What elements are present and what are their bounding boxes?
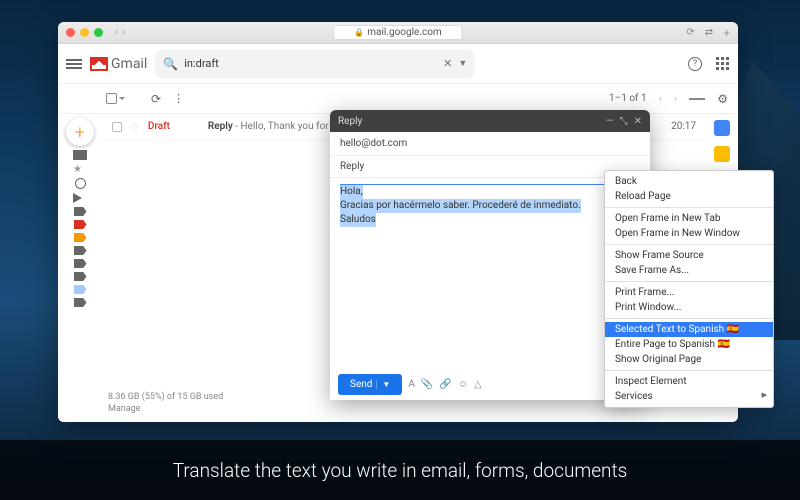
snoozed-icon[interactable] <box>75 178 86 189</box>
context-menu-item[interactable]: Open Frame in New Tab <box>605 211 773 226</box>
context-menu-item[interactable]: Selected Text to Spanish 🇪🇸 <box>605 322 773 337</box>
compose-window: Reply — ⤡ ✕ hello@dot.com Reply Hola, Gr… <box>330 110 650 400</box>
nav-forward-button[interactable]: › <box>122 27 125 38</box>
search-clear-button[interactable]: ✕ <box>443 57 452 70</box>
main-menu-button[interactable] <box>66 59 82 69</box>
label-gray1-icon[interactable] <box>74 246 87 255</box>
context-menu-item[interactable]: Entire Page to Spanish 🇪🇸 <box>605 337 773 352</box>
pagination-text: 1–1 of 1 <box>609 93 647 104</box>
context-menu-item[interactable]: Open Frame in New Window <box>605 226 773 241</box>
context-menu-item[interactable]: Print Frame... <box>605 285 773 300</box>
compose-to-field[interactable]: hello@dot.com <box>330 132 650 156</box>
nav-arrows: ‹ › <box>115 27 125 38</box>
safari-titlebar: ‹ › 🔒 mail.google.com ⟳ ⇄ + <box>58 22 738 44</box>
lock-icon: 🔒 <box>354 28 364 37</box>
translate-toolbar-icon[interactable]: ⇄ <box>705 27 713 38</box>
context-menu-item[interactable]: Back <box>605 174 773 189</box>
context-menu-item[interactable]: Save Frame As... <box>605 263 773 278</box>
new-tab-button[interactable]: + <box>723 26 730 40</box>
row-star-icon[interactable]: ☆ <box>130 120 140 133</box>
more-actions-button[interactable]: ⋮ <box>173 92 185 105</box>
caption-text: Translate the text you write in email, f… <box>173 459 628 482</box>
label-blue-icon[interactable] <box>74 285 87 294</box>
context-menu-item[interactable]: Services <box>605 389 773 404</box>
nav-back-button[interactable]: ‹ <box>115 27 118 38</box>
close-window-button[interactable] <box>66 28 75 37</box>
compose-minimize-button[interactable]: — <box>606 116 614 127</box>
prev-page-button[interactable]: ‹ <box>659 92 662 105</box>
compose-title: Reply <box>338 116 362 127</box>
reload-icon[interactable]: ⟳ <box>686 27 694 38</box>
label-red-icon[interactable] <box>74 220 87 229</box>
zoom-window-button[interactable] <box>94 28 103 37</box>
context-menu-item[interactable]: Print Window... <box>605 300 773 315</box>
label-orange-icon[interactable] <box>74 233 87 242</box>
label-gray2-icon[interactable] <box>74 259 87 268</box>
compose-titlebar[interactable]: Reply — ⤡ ✕ <box>330 110 650 132</box>
apps-button[interactable] <box>716 57 730 71</box>
url-text: mail.google.com <box>367 27 441 38</box>
label-icon[interactable] <box>74 207 87 216</box>
refresh-button[interactable]: ⟳ <box>151 92 161 106</box>
gmail-header: Gmail 🔍 in:draft ✕ ▼ ? <box>58 44 738 84</box>
select-all-checkbox[interactable] <box>106 93 117 104</box>
sent-icon[interactable] <box>73 193 87 203</box>
compose-body[interactable]: Hola, Gracias por hacérmelo saber. Proce… <box>330 178 650 368</box>
window-traffic-lights <box>66 28 103 37</box>
gmail-logo-text: Gmail <box>111 56 147 72</box>
row-sender: Draft <box>148 121 200 132</box>
context-menu-item[interactable]: Reload Page <box>605 189 773 204</box>
compose-toolbar: Send ▼ A 📎 🔗 ☺ △ <box>330 368 650 400</box>
selected-text-line: Gracias por hacérmelo saber. Procederé d… <box>340 199 581 213</box>
drive-icon[interactable]: △ <box>474 379 482 390</box>
context-menu: BackReload Page Open Frame in New TabOpen… <box>604 170 774 408</box>
label-gray4-icon[interactable] <box>74 298 87 307</box>
label-gray3-icon[interactable] <box>74 272 87 281</box>
context-menu-item[interactable]: Show Original Page <box>605 352 773 367</box>
row-subject: Reply <box>208 121 233 132</box>
density-button[interactable] <box>689 98 705 100</box>
compose-subject-field[interactable]: Reply <box>330 156 650 178</box>
storage-text: 8.36 GB (55%) of 15 GB used <box>108 392 223 402</box>
search-icon: 🔍 <box>163 57 178 71</box>
next-page-button[interactable]: › <box>674 92 677 105</box>
calendar-panel-icon[interactable] <box>714 120 730 136</box>
search-value: in:draft <box>184 57 437 70</box>
send-button[interactable]: Send ▼ <box>338 374 402 395</box>
format-icon[interactable]: A <box>408 379 415 390</box>
attach-icon[interactable]: 📎 <box>421 379 433 390</box>
search-options-button[interactable]: ▼ <box>458 58 467 69</box>
gmail-m-icon <box>90 57 108 71</box>
emoji-icon[interactable]: ☺ <box>458 379 468 390</box>
search-bar[interactable]: 🔍 in:draft ✕ ▼ <box>155 50 475 78</box>
starred-icon[interactable]: ★ <box>73 164 87 174</box>
compose-expand-button[interactable]: ⤡ <box>620 116 628 127</box>
promo-caption: Translate the text you write in email, f… <box>0 440 800 500</box>
link-icon[interactable]: 🔗 <box>439 379 451 390</box>
row-time: 20:17 <box>671 121 696 132</box>
settings-button[interactable]: ⚙ <box>717 92 728 106</box>
selected-text-line: Saludos <box>340 213 376 227</box>
context-menu-item[interactable]: Show Frame Source <box>605 248 773 263</box>
compose-button[interactable]: + <box>66 118 94 146</box>
context-menu-item[interactable]: Inspect Element <box>605 374 773 389</box>
gmail-logo[interactable]: Gmail <box>90 56 147 72</box>
send-dropdown[interactable]: ▼ <box>376 380 390 389</box>
selected-text-line: Hola, <box>340 185 363 199</box>
compose-close-button[interactable]: ✕ <box>634 116 642 127</box>
minimize-window-button[interactable] <box>80 28 89 37</box>
manage-link[interactable]: Manage <box>108 404 223 414</box>
row-checkbox[interactable] <box>112 122 122 132</box>
keep-panel-icon[interactable] <box>714 146 730 162</box>
inbox-icon[interactable] <box>73 150 87 160</box>
support-button[interactable]: ? <box>688 57 702 71</box>
sidebar: + ★ <box>58 114 102 422</box>
address-bar[interactable]: 🔒 mail.google.com <box>333 25 462 40</box>
